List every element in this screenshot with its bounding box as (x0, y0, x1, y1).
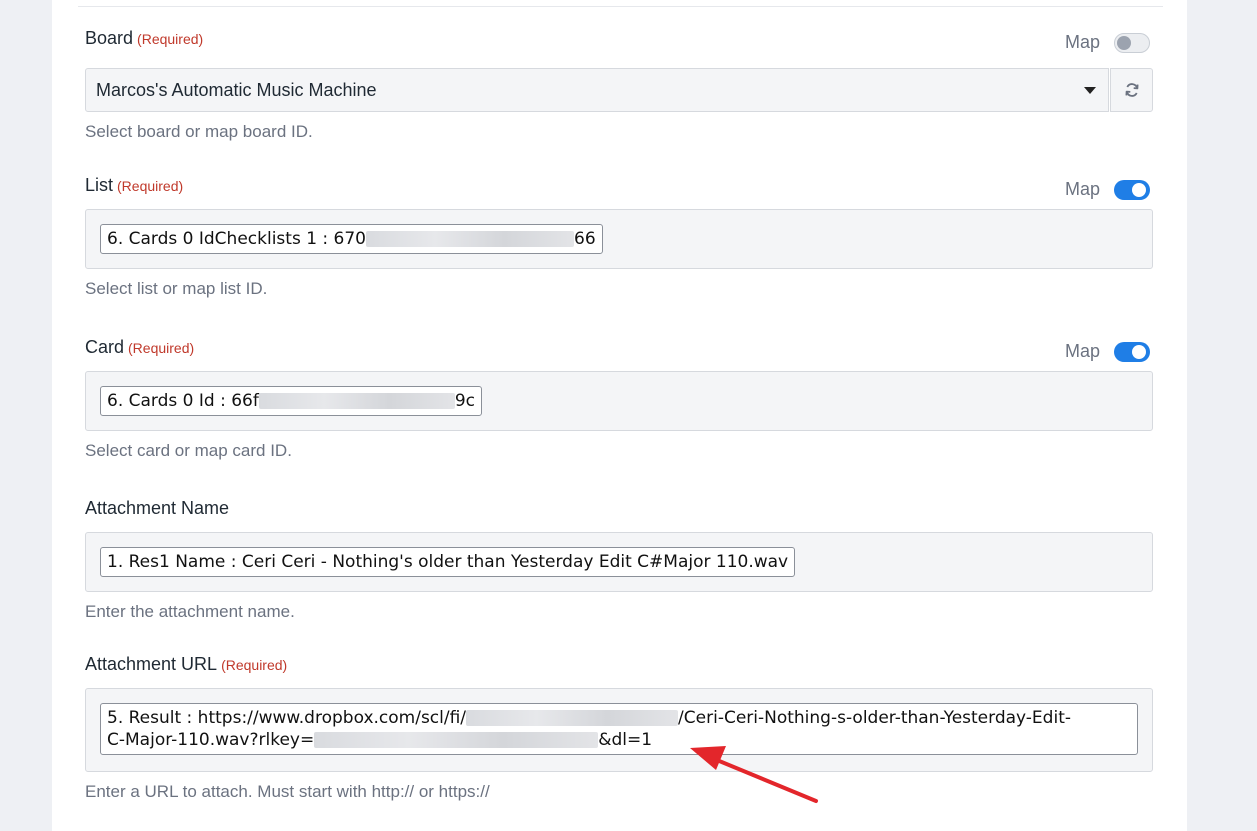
red-arrow (690, 746, 818, 803)
